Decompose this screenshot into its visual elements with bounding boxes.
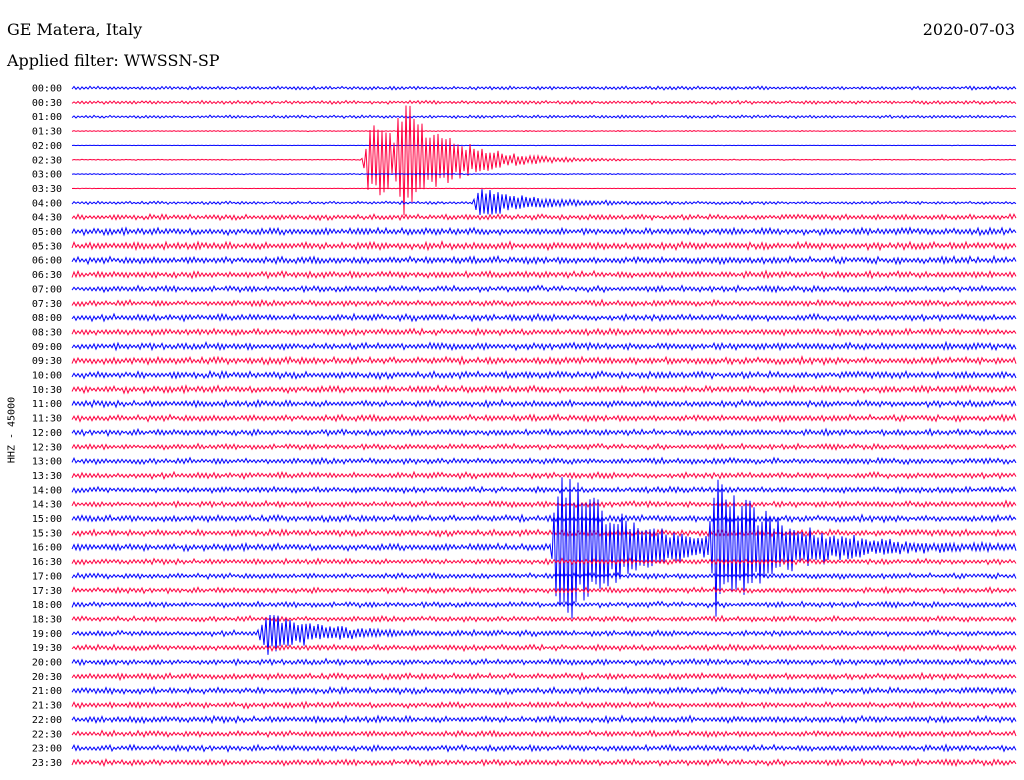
row-time-label: 07:00 bbox=[32, 284, 62, 295]
row-time-label: 23:30 bbox=[32, 758, 62, 769]
trace-row bbox=[71, 729, 1017, 739]
trace-row bbox=[71, 456, 1017, 466]
row-time-label: 09:00 bbox=[32, 342, 62, 353]
row-time-label: 08:30 bbox=[32, 327, 62, 338]
row-time-label: 17:00 bbox=[32, 571, 62, 582]
trace-row bbox=[71, 284, 1017, 294]
trace-row bbox=[71, 614, 1017, 623]
row-time-label: 10:00 bbox=[32, 371, 62, 382]
row-time-label: 02:00 bbox=[32, 141, 62, 152]
row-time-label: 23:00 bbox=[32, 744, 62, 755]
helicorder-plot: 00:00 00:30 01:00 01:30 02:00 02:30 03:00 03:30… bbox=[32, 84, 1017, 769]
trace-row bbox=[71, 743, 1017, 753]
trace-row bbox=[71, 413, 1017, 423]
trace-row bbox=[71, 485, 1017, 495]
trace-row bbox=[71, 355, 1017, 367]
trace-row bbox=[71, 298, 1017, 308]
row-time-label: 12:00 bbox=[32, 428, 62, 439]
trace-row bbox=[71, 226, 1017, 237]
row-time-label: 02:30 bbox=[32, 155, 62, 166]
row-time-label: 09:30 bbox=[32, 356, 62, 367]
trace-row bbox=[71, 714, 1017, 725]
row-time-label: 04:30 bbox=[32, 213, 62, 224]
trace-row bbox=[71, 513, 1017, 524]
trace-row bbox=[71, 384, 1017, 395]
row-time-label: 20:00 bbox=[32, 658, 62, 669]
row-time-label: 20:30 bbox=[32, 672, 62, 683]
row-time-label: 15:30 bbox=[32, 528, 62, 539]
trace-row bbox=[71, 114, 1017, 120]
trace-row bbox=[71, 600, 1017, 609]
row-time-label: 05:00 bbox=[32, 227, 62, 238]
row-time-label: 11:00 bbox=[32, 399, 62, 410]
row-time-label: 18:30 bbox=[32, 614, 62, 625]
row-time-label: 10:30 bbox=[32, 385, 62, 396]
trace-row bbox=[71, 240, 1017, 252]
trace-row bbox=[71, 527, 1017, 538]
row-time-label: 22:00 bbox=[32, 715, 62, 726]
trace-row bbox=[71, 442, 1017, 451]
row-time-label: 21:30 bbox=[32, 701, 62, 712]
trace-row bbox=[71, 657, 1017, 667]
row-time-label: 04:00 bbox=[32, 198, 62, 209]
traces bbox=[71, 85, 1017, 768]
row-time-label: 22:30 bbox=[32, 729, 62, 740]
row-time-label: 13:00 bbox=[32, 457, 62, 468]
trace-row bbox=[71, 254, 1017, 266]
row-time-label: 14:00 bbox=[32, 485, 62, 496]
trace-row bbox=[71, 685, 1017, 696]
trace-row bbox=[71, 477, 1017, 619]
row-time-label: 03:30 bbox=[32, 184, 62, 195]
row-time-label: 13:30 bbox=[32, 471, 62, 482]
trace-row bbox=[71, 571, 1017, 581]
trace-row bbox=[71, 340, 1017, 352]
trace-row bbox=[71, 700, 1017, 710]
trace-row bbox=[71, 398, 1017, 409]
row-time-label: 03:00 bbox=[32, 170, 62, 181]
trace-row bbox=[71, 99, 1017, 106]
trace-row bbox=[71, 144, 1017, 147]
trace-row bbox=[71, 312, 1017, 323]
row-time-label: 00:00 bbox=[32, 84, 62, 95]
trace-row bbox=[71, 172, 1017, 176]
trace-row bbox=[71, 269, 1017, 280]
trace-row bbox=[71, 671, 1017, 682]
row-time-label: 21:00 bbox=[32, 686, 62, 697]
trace-row bbox=[71, 369, 1017, 381]
trace-row bbox=[71, 585, 1017, 595]
trace-row bbox=[71, 129, 1017, 133]
row-time-label: 16:00 bbox=[32, 543, 62, 554]
trace-row bbox=[71, 643, 1017, 653]
row-time-label: 06:30 bbox=[32, 270, 62, 281]
row-time-label: 16:30 bbox=[32, 557, 62, 568]
row-time-label: 01:00 bbox=[32, 112, 62, 123]
row-time-label: 07:30 bbox=[32, 299, 62, 310]
row-time-label: 14:30 bbox=[32, 500, 62, 511]
row-time-label: 19:00 bbox=[32, 629, 62, 640]
row-time-label: 00:30 bbox=[32, 98, 62, 109]
trace-row bbox=[71, 85, 1017, 91]
row-time-label: 17:30 bbox=[32, 586, 62, 597]
row-time-label: 12:30 bbox=[32, 442, 62, 453]
trace-row bbox=[71, 327, 1017, 337]
row-time-label: 01:30 bbox=[32, 127, 62, 138]
row-time-label: 11:30 bbox=[32, 414, 62, 425]
trace-row bbox=[71, 499, 1017, 509]
trace-row bbox=[71, 470, 1017, 480]
row-time-label: 18:00 bbox=[32, 600, 62, 611]
row-time-label: 15:00 bbox=[32, 514, 62, 525]
trace-row bbox=[71, 105, 1017, 216]
trace-row bbox=[71, 557, 1017, 566]
trace-row bbox=[71, 757, 1017, 768]
row-time-label: 06:00 bbox=[32, 256, 62, 267]
row-time-label: 08:00 bbox=[32, 313, 62, 324]
trace-row bbox=[71, 187, 1017, 190]
row-time-label: 05:30 bbox=[32, 241, 62, 252]
time-labels: 00:00 00:30 01:00 01:30 02:00 02:30 03:00 03:30… bbox=[32, 84, 62, 769]
trace-row bbox=[71, 189, 1017, 215]
trace-row bbox=[71, 427, 1017, 438]
row-time-label: 19:30 bbox=[32, 643, 62, 654]
trace-row bbox=[71, 212, 1017, 222]
